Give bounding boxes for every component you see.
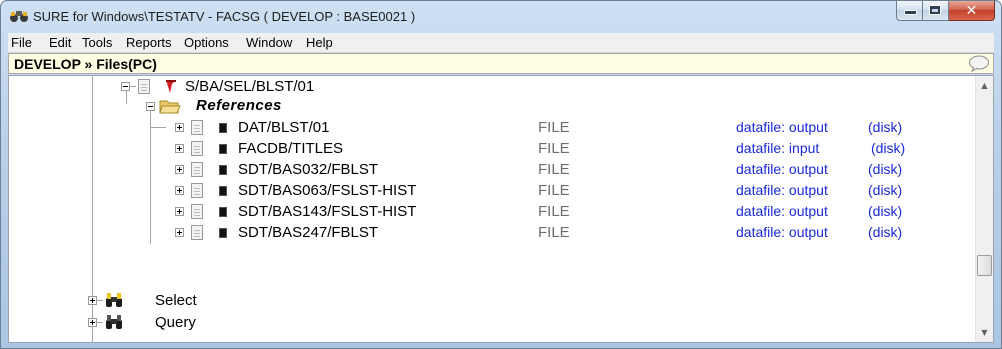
scroll-up-icon[interactable]: ▲ [976, 77, 993, 94]
minimize-icon [905, 11, 916, 14]
tree-node-label: Select [155, 292, 197, 309]
document-icon [191, 162, 203, 177]
document-icon [138, 79, 150, 94]
minimize-button[interactable] [896, 1, 923, 21]
item-role[interactable]: datafile: output [736, 161, 828, 177]
item-media[interactable]: (disk) [871, 140, 905, 156]
item-name: SDT/BAS247/FBLST [238, 224, 379, 241]
expand-icon[interactable] [88, 296, 97, 305]
item-media[interactable]: (disk) [868, 161, 902, 177]
app-window: SURE for Windows\TESTATV - FACSG ( DEVEL… [0, 0, 1002, 349]
close-icon: ✕ [965, 3, 978, 19]
file-tree: S/BA/SEL/BLST/01 References DAT/BLST/01 … [8, 75, 994, 343]
menu-help[interactable]: Help [306, 35, 333, 50]
item-media[interactable]: (disk) [868, 182, 902, 198]
scroll-down-icon[interactable]: ▼ [976, 324, 993, 341]
menu-reports[interactable]: Reports [126, 35, 172, 50]
file-marker-icon [219, 186, 227, 196]
item-role[interactable]: datafile: input [736, 140, 819, 156]
folder-open-icon [159, 100, 181, 114]
file-marker-icon [219, 207, 227, 217]
document-icon [191, 141, 203, 156]
item-type: FILE [538, 140, 570, 157]
document-icon [191, 204, 203, 219]
list-item[interactable]: SDT/BAS032/FBLST FILE datafile: output (… [9, 160, 975, 179]
item-type: FILE [538, 224, 570, 241]
expand-icon[interactable] [175, 207, 184, 216]
file-marker-icon [219, 228, 227, 238]
expand-icon[interactable] [175, 186, 184, 195]
speech-bubble-icon[interactable] [968, 55, 990, 72]
item-role[interactable]: datafile: output [736, 182, 828, 198]
expand-icon[interactable] [175, 144, 184, 153]
file-marker-icon [219, 165, 227, 175]
menu-bar: File Edit Tools Reports Options Window H… [8, 33, 994, 53]
expand-icon[interactable] [175, 228, 184, 237]
item-role[interactable]: datafile: output [736, 203, 828, 219]
tree-node-label: Query [155, 314, 196, 331]
file-marker-icon [219, 144, 227, 154]
item-type: FILE [538, 119, 570, 136]
breadcrumb: DEVELOP » Files(PC) [8, 53, 994, 74]
menu-file[interactable]: File [11, 35, 32, 50]
item-name: SDT/BAS032/FBLST [238, 161, 379, 178]
expand-icon[interactable] [175, 165, 184, 174]
tree-node-query[interactable]: Query [9, 313, 975, 332]
maximize-button[interactable] [923, 1, 949, 21]
tree-node-parent[interactable]: S/BA/SEL/BLST/01 [9, 77, 975, 96]
list-item[interactable]: FACDB/TITLES FILE datafile: input (disk) [9, 139, 975, 158]
item-type: FILE [538, 203, 570, 220]
title-bar[interactable]: SURE for Windows\TESTATV - FACSG ( DEVEL… [1, 1, 1001, 33]
scrollbar-thumb[interactable] [977, 255, 992, 276]
list-item[interactable]: SDT/BAS247/FBLST FILE datafile: output (… [9, 223, 975, 242]
menu-tools[interactable]: Tools [82, 35, 112, 50]
red-flag-icon [166, 80, 176, 93]
item-role[interactable]: datafile: output [736, 224, 828, 240]
collapse-icon[interactable] [121, 82, 130, 91]
menu-window[interactable]: Window [246, 35, 292, 50]
item-name: FACDB/TITLES [238, 140, 344, 157]
document-icon [191, 120, 203, 135]
document-icon [191, 183, 203, 198]
document-icon [191, 225, 203, 240]
list-item[interactable]: SDT/BAS063/FSLST-HIST FILE datafile: out… [9, 181, 975, 200]
tree-node-label: S/BA/SEL/BLST/01 [185, 78, 315, 95]
expand-icon[interactable] [175, 123, 184, 132]
item-media[interactable]: (disk) [868, 224, 902, 240]
item-media[interactable]: (disk) [868, 203, 902, 219]
binoculars-yellow-icon [106, 293, 122, 307]
item-name: SDT/BAS143/FSLST-HIST [238, 203, 417, 220]
window-title: SURE for Windows\TESTATV - FACSG ( DEVEL… [33, 9, 416, 24]
list-item[interactable]: SDT/BAS143/FSLST-HIST FILE datafile: out… [9, 202, 975, 221]
references-label: References [196, 97, 282, 114]
menu-edit[interactable]: Edit [49, 35, 71, 50]
item-name: DAT/BLST/01 [238, 119, 330, 136]
expand-icon[interactable] [88, 318, 97, 327]
tree-node-select[interactable]: Select [9, 291, 975, 310]
list-item[interactable]: DAT/BLST/01 FILE datafile: output (disk) [9, 118, 975, 137]
app-binoculars-icon [10, 11, 28, 22]
menu-options[interactable]: Options [184, 35, 229, 50]
item-role[interactable]: datafile: output [736, 119, 828, 135]
item-type: FILE [538, 161, 570, 178]
close-button[interactable]: ✕ [949, 1, 995, 21]
binoculars-icon [106, 315, 122, 329]
item-type: FILE [538, 182, 570, 199]
item-media[interactable]: (disk) [868, 119, 902, 135]
breadcrumb-text: DEVELOP » Files(PC) [14, 56, 157, 72]
file-marker-icon [219, 123, 227, 133]
maximize-icon [929, 5, 941, 15]
collapse-icon[interactable] [146, 102, 155, 111]
tree-node-references[interactable]: References [9, 97, 975, 116]
item-name: SDT/BAS063/FSLST-HIST [238, 182, 417, 199]
vertical-scrollbar[interactable]: ▲ ▼ [975, 76, 993, 342]
